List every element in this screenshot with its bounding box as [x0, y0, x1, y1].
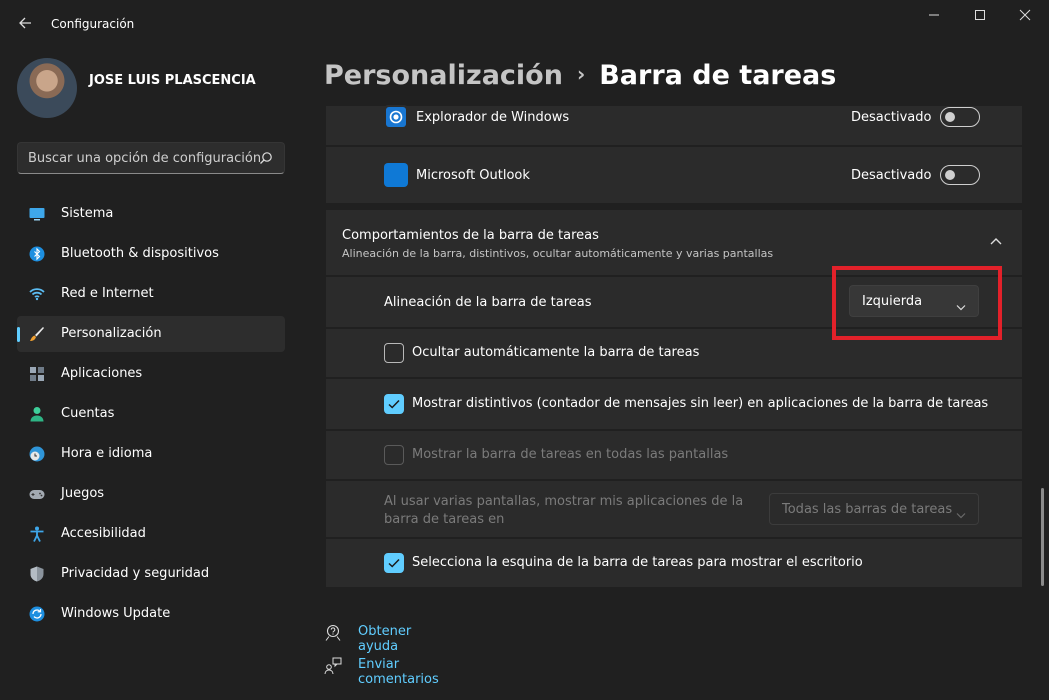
explorer-app-icon — [384, 105, 408, 129]
all-displays-row: Mostrar la barra de tareas en todas las … — [326, 431, 1022, 479]
update-icon — [29, 606, 45, 622]
search-input[interactable]: Buscar una opción de configuración — [17, 142, 285, 174]
breadcrumb-separator: › — [576, 62, 586, 86]
all-displays-label: Mostrar la barra de tareas en todas las … — [412, 447, 729, 462]
feedback-icon — [324, 657, 342, 675]
app-row-explorador: Explorador de Windows Desactivado — [326, 105, 1022, 145]
alignment-label: Alineación de la barra de tareas — [384, 295, 592, 310]
section-subtitle: Alineación de la barra, distintivos, ocu… — [342, 247, 774, 260]
app-row-label: Explorador de Windows — [416, 110, 570, 125]
toggle-explorador[interactable] — [940, 107, 980, 127]
corner-row: Selecciona la esquina de la barra de tar… — [326, 539, 1022, 587]
sidebar-item-privacidad[interactable]: Privacidad y seguridad — [17, 556, 285, 592]
multi-display-label-line1: Al usar varias pantallas, mostrar mis ap… — [384, 494, 744, 509]
avatar[interactable] — [17, 58, 77, 118]
autohide-label: Ocultar automáticamente la barra de tare… — [412, 345, 700, 360]
toggle-status: Desactivado — [851, 110, 932, 125]
sidebar-item-hora[interactable]: Hora e idioma — [17, 436, 285, 472]
highlight-annotation — [832, 266, 1002, 340]
shield-icon — [29, 566, 45, 582]
corner-label: Selecciona la esquina de la barra de tar… — [412, 555, 863, 570]
close-button[interactable] — [1002, 8, 1048, 28]
sidebar-item-juegos[interactable]: Juegos — [17, 476, 285, 512]
sidebar-item-red[interactable]: Red e Internet — [17, 276, 285, 312]
apps-icon — [29, 366, 45, 382]
app-row-label: Microsoft Outlook — [416, 168, 530, 183]
chevron-up-icon[interactable] — [989, 234, 1003, 245]
page-title: Barra de tareas — [599, 60, 837, 91]
section-title: Comportamientos de la barra de tareas — [342, 228, 599, 243]
help-icon — [324, 624, 342, 642]
accessibility-icon — [29, 526, 45, 542]
toggle-status: Desactivado — [851, 168, 932, 183]
chevron-down-icon — [956, 507, 966, 519]
sidebar-item-sistema[interactable]: Sistema — [17, 196, 285, 232]
bluetooth-icon — [29, 246, 45, 262]
monitor-icon — [29, 206, 45, 222]
sidebar-item-aplicaciones[interactable]: Aplicaciones — [17, 356, 285, 392]
minimize-button[interactable] — [911, 8, 957, 28]
sidebar-item-accesibilidad[interactable]: Accesibilidad — [17, 516, 285, 552]
maximize-button[interactable] — [957, 8, 1003, 28]
back-arrow-icon[interactable] — [14, 14, 36, 36]
app-row-outlook: Microsoft Outlook Desactivado — [326, 147, 1022, 203]
wifi-icon — [29, 286, 45, 302]
search-icon[interactable] — [259, 151, 273, 165]
user-name: JOSE LUIS PLASCENCIA — [89, 73, 256, 88]
toggle-outlook[interactable] — [940, 165, 980, 185]
breadcrumb-parent[interactable]: Personalización — [324, 60, 563, 91]
sidebar-item-personalizacion[interactable]: Personalización — [17, 316, 285, 352]
outlook-app-icon — [384, 163, 408, 187]
breadcrumb: Personalización › Barra de tareas — [324, 60, 836, 91]
badges-row: Mostrar distintivos (contador de mensaje… — [326, 379, 1022, 429]
brush-icon — [29, 326, 45, 342]
corner-checkbox[interactable] — [384, 553, 404, 573]
multi-display-label-line2: barra de tareas en — [384, 512, 505, 527]
multi-display-dropdown[interactable]: Todas las barras de tareas — [769, 493, 979, 525]
sidebar-nav: Sistema Bluetooth & dispositivos Red e I… — [17, 196, 285, 636]
clock-globe-icon — [29, 446, 45, 462]
sidebar-item-windows-update[interactable]: Windows Update — [17, 596, 285, 632]
badges-checkbox[interactable] — [384, 394, 404, 414]
autohide-checkbox[interactable] — [384, 343, 404, 363]
gamepad-icon — [29, 486, 45, 502]
app-title: Configuración — [51, 17, 135, 31]
search-placeholder: Buscar una opción de configuración — [28, 151, 262, 166]
person-icon — [29, 406, 45, 422]
title-bar: Configuración — [0, 0, 1049, 50]
multi-display-value: Todas las barras de tareas — [782, 502, 953, 517]
sidebar-item-cuentas[interactable]: Cuentas — [17, 396, 285, 432]
scrollbar[interactable] — [1041, 488, 1044, 586]
sidebar-item-bluetooth[interactable]: Bluetooth & dispositivos — [17, 236, 285, 272]
multi-display-row: Al usar varias pantallas, mostrar mis ap… — [326, 481, 1022, 537]
all-displays-checkbox[interactable] — [384, 445, 404, 465]
badges-label: Mostrar distintivos (contador de mensaje… — [412, 396, 989, 411]
